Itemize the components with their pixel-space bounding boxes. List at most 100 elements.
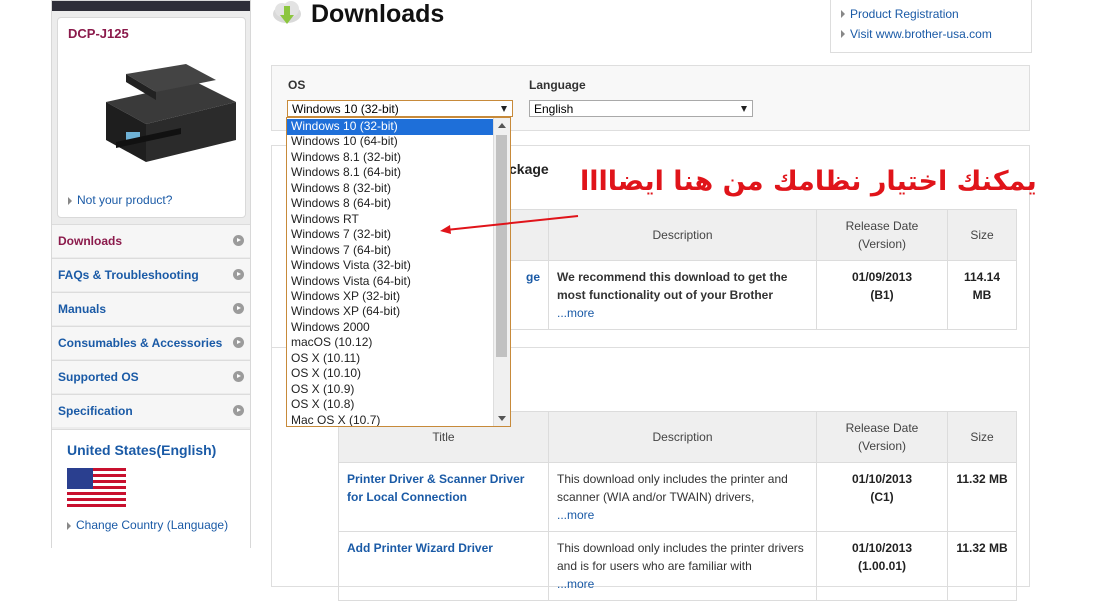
col-size-header: Size — [947, 209, 1017, 261]
dropdown-option[interactable]: Windows 8.1 (64-bit) — [287, 165, 495, 181]
col-release-date-header: Release Date (Version) — [816, 209, 948, 261]
col-size-header: Size — [947, 411, 1017, 463]
language-select[interactable]: English — [529, 100, 753, 117]
dropdown-option[interactable]: OS X (10.11) — [287, 351, 495, 367]
sidebar-top-bar — [52, 1, 250, 11]
circle-arrow-icon — [233, 235, 244, 246]
scroll-down-icon[interactable] — [498, 416, 506, 421]
scroll-up-icon[interactable] — [498, 123, 506, 128]
dropdown-option[interactable]: OS X (10.10) — [287, 366, 495, 382]
description-text: We recommend this download to get the mo… — [557, 270, 788, 302]
scrollbar-thumb[interactable] — [496, 135, 507, 357]
dropdown-option[interactable]: OS X (10.8) — [287, 397, 495, 413]
release-date: 01/10/2013 — [851, 472, 913, 486]
col-description-header: Description — [548, 411, 817, 463]
table-row: Printer Driver & Scanner Driver for Loca… — [338, 462, 1017, 532]
dropdown-option[interactable]: OS X (10.9) — [287, 382, 495, 398]
cell-release-date: 01/10/2013 (1.00.01) — [816, 531, 948, 601]
sidebar-item-label: FAQs & Troubleshooting — [58, 268, 199, 282]
cell-release-date: 01/10/2013 (C1) — [816, 462, 948, 532]
dropdown-option[interactable]: Windows 7 (64-bit) — [287, 243, 495, 259]
table-row: Add Printer Wizard Driver This download … — [338, 531, 1017, 601]
country-title: United States(English) — [67, 442, 217, 458]
sidebar-item-faqs[interactable]: FAQs & Troubleshooting — [52, 258, 250, 291]
brother-usa-link[interactable]: Visit www.brother-usa.com — [850, 27, 992, 41]
description-text: This download only includes the printer … — [557, 472, 788, 504]
download-title-link[interactable]: Add Printer Wizard Driver — [347, 541, 493, 555]
sidebar-item-label: Supported OS — [58, 370, 139, 384]
more-link[interactable]: ...more — [557, 508, 594, 522]
dropdown-option[interactable]: Windows Vista (64-bit) — [287, 274, 495, 290]
dropdown-option[interactable]: Windows 10 (64-bit) — [287, 134, 495, 150]
sidebar-item-label: Specification — [58, 404, 133, 418]
printer-image — [106, 64, 236, 162]
os-label: OS — [288, 78, 306, 92]
cell-description: This download only includes the printer … — [548, 462, 817, 532]
dropdown-option[interactable]: Mac OS X (10.7) — [287, 413, 495, 426]
dropdown-option[interactable]: Windows XP (64-bit) — [287, 304, 495, 320]
product-registration-link[interactable]: Product Registration — [850, 7, 959, 21]
more-link[interactable]: ...more — [557, 306, 594, 320]
sidebar-item-consumables[interactable]: Consumables & Accessories — [52, 326, 250, 359]
us-flag-icon — [67, 468, 126, 507]
sidebar-item-downloads[interactable]: Downloads — [52, 224, 250, 257]
sidebar-item-manuals[interactable]: Manuals — [52, 292, 250, 325]
not-your-product-label[interactable]: Not your product? — [77, 193, 172, 207]
circle-arrow-icon — [233, 405, 244, 416]
sidebar-item-label: Downloads — [58, 234, 123, 248]
change-country-link[interactable]: Change Country (Language) — [67, 518, 228, 532]
dropdown-scrollbar[interactable] — [493, 118, 510, 426]
country-box: United States(English) Change Country (L… — [52, 429, 250, 548]
description-text: This download only includes the printer … — [557, 541, 804, 573]
language-label: Language — [529, 78, 586, 92]
product-card: DCP-J125 Not your product? — [57, 17, 246, 218]
cell-release-date: 01/09/2013 (B1) — [816, 260, 948, 330]
arrow-right-icon — [841, 30, 845, 38]
dropdown-option[interactable]: Windows 8 (32-bit) — [287, 181, 495, 197]
download-title-link[interactable]: ge — [526, 270, 540, 284]
dropdown-option[interactable]: Windows 2000 — [287, 320, 495, 336]
left-sidebar: DCP-J125 Not your product? Downloads FAQ… — [51, 0, 251, 548]
header-links-box: Product Registration Visit www.brother-u… — [830, 0, 1032, 53]
arrow-right-icon — [841, 10, 845, 18]
dropdown-option[interactable]: Windows Vista (32-bit) — [287, 258, 495, 274]
download-title-link[interactable]: Printer Driver & Scanner Driver for Loca… — [347, 472, 524, 504]
dropdown-option[interactable]: Windows 8.1 (32-bit) — [287, 150, 495, 166]
annotation-arrow-icon — [440, 215, 579, 234]
circle-arrow-icon — [233, 269, 244, 280]
dropdown-option[interactable]: Windows 10 (32-bit) — [287, 119, 495, 135]
cell-size: 114.14 MB — [947, 260, 1017, 330]
sidebar-item-supported-os[interactable]: Supported OS — [52, 360, 250, 393]
not-your-product-link[interactable]: Not your product? — [68, 193, 172, 207]
cell-description: We recommend this download to get the mo… — [548, 260, 817, 330]
chevron-down-icon — [741, 106, 747, 112]
version: (C1) — [870, 490, 894, 504]
release-date: 01/10/2013 — [851, 541, 913, 555]
arrow-right-icon — [67, 521, 71, 530]
annotation-text: يمكنك اختيار نظامك من هنا ايضاااا — [580, 166, 1037, 197]
change-country-label[interactable]: Change Country (Language) — [76, 518, 228, 532]
dropdown-option[interactable]: macOS (10.12) — [287, 335, 495, 351]
os-dropdown-list[interactable]: Windows 10 (32-bit) Windows 10 (64-bit) Wi… — [286, 117, 511, 427]
dropdown-option[interactable]: Windows XP (32-bit) — [287, 289, 495, 305]
version: (B1) — [870, 288, 894, 302]
product-model-name: DCP-J125 — [68, 26, 129, 41]
language-select-value: English — [534, 102, 574, 116]
page-title: Downloads — [311, 0, 445, 28]
arrow-right-icon — [68, 196, 72, 205]
version: (1.00.01) — [857, 559, 907, 573]
circle-arrow-icon — [233, 303, 244, 314]
cell-description: This download only includes the printer … — [548, 531, 817, 601]
cell-title: Add Printer Wizard Driver — [338, 531, 549, 601]
os-select[interactable]: Windows 10 (32-bit) — [287, 100, 513, 117]
section-title: ckage — [509, 161, 549, 177]
chevron-down-icon — [501, 106, 507, 112]
release-date: 01/09/2013 — [851, 270, 913, 284]
os-select-value: Windows 10 (32-bit) — [292, 102, 399, 116]
sidebar-item-specification[interactable]: Specification — [52, 394, 250, 427]
more-link[interactable]: ...more — [557, 577, 594, 591]
col-description-header: Description — [548, 209, 817, 261]
circle-arrow-icon — [233, 337, 244, 348]
sidebar-item-label: Manuals — [58, 302, 107, 316]
download-cloud-icon — [273, 1, 301, 24]
